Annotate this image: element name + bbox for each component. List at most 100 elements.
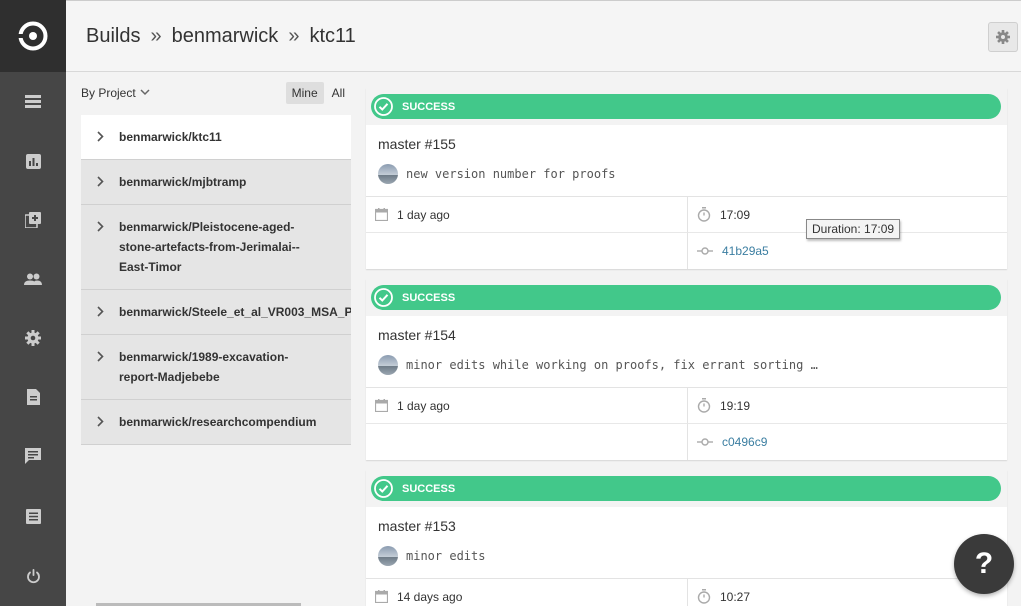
breadcrumb: Builds » benmarwick » ktc11 xyxy=(86,25,356,48)
status-badge[interactable]: SUCCESS xyxy=(371,94,1001,119)
project-name: benmarwick/1989-excavation- report-Madje… xyxy=(119,350,289,384)
by-project-label: By Project xyxy=(81,85,136,100)
empty-cell xyxy=(366,424,687,460)
breadcrumb-separator: » xyxy=(150,24,162,47)
project-settings-button[interactable] xyxy=(988,22,1018,52)
nav-changelog-button[interactable] xyxy=(0,496,66,536)
commit-icon xyxy=(697,247,713,255)
side-nav xyxy=(0,0,66,606)
chevron-right-icon xyxy=(96,306,104,317)
breadcrumb-project[interactable]: ktc11 xyxy=(309,25,355,48)
filter-all-button[interactable]: All xyxy=(326,82,351,104)
project-name: benmarwick/Steele_et_al_VR003_MSA_Pigmen… xyxy=(119,305,351,319)
chevron-right-icon xyxy=(96,221,104,232)
circleci-logo[interactable] xyxy=(0,0,66,72)
project-name: benmarwick/researchcompendium xyxy=(119,415,317,429)
chevron-right-icon xyxy=(96,176,104,187)
chevron-right-icon xyxy=(96,416,104,427)
chevron-right-icon xyxy=(96,131,104,142)
nav-support-button[interactable] xyxy=(0,436,66,476)
chevron-right-icon xyxy=(96,351,104,362)
breadcrumb-user[interactable]: benmarwick xyxy=(172,25,279,48)
status-badge[interactable]: SUCCESS xyxy=(371,476,1001,501)
nav-docs-button[interactable] xyxy=(0,377,66,417)
team-icon xyxy=(24,273,42,285)
build-card[interactable]: SUCCESS master #153 minor edits 14 days … xyxy=(366,470,1007,606)
calendar-icon xyxy=(375,590,388,603)
status-label: SUCCESS xyxy=(402,291,456,304)
nav-logout-button[interactable] xyxy=(0,556,66,596)
duration-tooltip: Duration: 17:09 xyxy=(806,219,901,239)
avatar xyxy=(378,546,398,566)
project-name: benmarwick/ktc11 xyxy=(119,130,222,144)
settings-icon xyxy=(25,330,41,346)
mine-all-toggle: Mine All xyxy=(285,81,351,104)
build-duration-text: 19:19 xyxy=(720,398,751,413)
stopwatch-icon xyxy=(697,589,711,604)
status-badge[interactable]: SUCCESS xyxy=(371,285,1001,310)
by-project-dropdown[interactable]: By Project xyxy=(81,86,150,100)
build-duration-text: 10:27 xyxy=(720,589,751,604)
breadcrumb-separator: » xyxy=(288,24,300,47)
insights-icon xyxy=(25,153,41,169)
nav-insights-button[interactable] xyxy=(0,141,66,181)
build-title[interactable]: master #155 xyxy=(366,125,1007,160)
build-age-text: 1 day ago xyxy=(397,207,450,222)
avatar xyxy=(378,164,398,184)
build-duration: 19:19 xyxy=(687,388,1007,424)
calendar-icon xyxy=(375,399,388,412)
calendar-icon xyxy=(375,208,388,221)
project-item[interactable]: benmarwick/mjbtramp xyxy=(81,160,351,205)
build-title[interactable]: master #153 xyxy=(366,507,1007,542)
check-circle-icon xyxy=(374,288,393,307)
docs-icon xyxy=(26,389,40,405)
project-item[interactable]: benmarwick/Pleistocene-aged- stone-artef… xyxy=(81,205,351,290)
build-card[interactable]: SUCCESS master #154 minor edits while wo… xyxy=(366,279,1007,460)
project-item[interactable]: benmarwick/researchcompendium xyxy=(81,400,351,445)
nav-settings-button[interactable] xyxy=(0,318,66,358)
commit-message: minor edits while working on proofs, fix… xyxy=(406,358,818,372)
build-commit: c0496c9 xyxy=(687,424,1007,460)
build-card[interactable]: SUCCESS master #155 new version number f… xyxy=(366,88,1007,269)
help-button[interactable]: ? xyxy=(954,534,1014,594)
project-name: benmarwick/mjbtramp xyxy=(119,175,247,189)
project-list: benmarwick/ktc11 benmarwick/mjbtramp ben… xyxy=(81,115,351,445)
commit-icon xyxy=(697,438,713,446)
commit-hash-link[interactable]: c0496c9 xyxy=(722,435,767,449)
build-duration-text: 17:09 xyxy=(720,207,751,222)
support-icon xyxy=(25,448,41,464)
project-item[interactable]: benmarwick/Steele_et_al_VR003_MSA_Pigmen… xyxy=(81,290,351,335)
logout-icon xyxy=(26,568,40,583)
check-circle-icon xyxy=(374,479,393,498)
nav-add-projects-button[interactable] xyxy=(0,200,66,240)
gear-icon xyxy=(996,30,1010,44)
build-age: 14 days ago xyxy=(366,579,687,606)
build-title[interactable]: master #154 xyxy=(366,316,1007,351)
projects-panel: By Project Mine All benmarwick/ktc11 ben… xyxy=(81,80,351,445)
circleci-logo-icon xyxy=(18,21,48,51)
avatar xyxy=(378,355,398,375)
build-age: 1 day ago xyxy=(366,197,687,233)
stopwatch-icon xyxy=(697,398,711,413)
check-circle-icon xyxy=(374,97,393,116)
filter-mine-button[interactable]: Mine xyxy=(285,81,324,104)
add-projects-icon xyxy=(25,212,41,228)
commit-message: new version number for proofs xyxy=(406,167,616,181)
changelog-icon xyxy=(25,508,41,524)
status-label: SUCCESS xyxy=(402,482,456,495)
chevron-down-icon xyxy=(140,89,150,96)
commit-hash-link[interactable]: 41b29a5 xyxy=(722,244,769,258)
status-label: SUCCESS xyxy=(402,100,456,113)
page-header: Builds » benmarwick » ktc11 xyxy=(66,0,1021,72)
stopwatch-icon xyxy=(697,207,711,222)
project-name: benmarwick/Pleistocene-aged- stone-artef… xyxy=(119,220,300,274)
project-item[interactable]: benmarwick/1989-excavation- report-Madje… xyxy=(81,335,351,400)
builds-icon xyxy=(25,95,41,108)
project-item[interactable]: benmarwick/ktc11 xyxy=(81,115,351,160)
build-age-text: 1 day ago xyxy=(397,398,450,413)
nav-builds-button[interactable] xyxy=(0,82,66,122)
commit-message: minor edits xyxy=(406,549,486,563)
breadcrumb-builds[interactable]: Builds xyxy=(86,25,140,48)
build-age: 1 day ago xyxy=(366,388,687,424)
nav-team-button[interactable] xyxy=(0,259,66,299)
